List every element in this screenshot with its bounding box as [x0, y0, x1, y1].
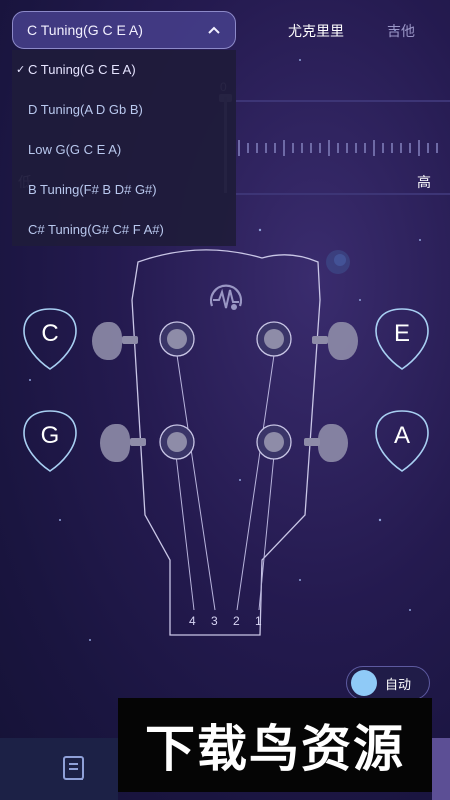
dropdown-item-b-tuning[interactable]: B Tuning(F# B D# G#) [12, 170, 236, 208]
string-number-3: 3 [211, 614, 218, 628]
peg-knob-g [100, 424, 130, 462]
watermark-banner: 下载鸟资源 [118, 698, 432, 792]
tab-guitar[interactable]: 吉他 [387, 21, 415, 41]
string-label-g: G [40, 422, 60, 449]
dropdown-item-label: B Tuning(F# B D# G#) [28, 181, 157, 197]
tuning-select-value: C Tuning(G C E A) [27, 22, 143, 38]
dropdown-item-label: C Tuning(G C E A) [28, 61, 136, 77]
tuning-dropdown-menu: ✓ C Tuning(G C E A) D Tuning(A D Gb B) L… [12, 50, 236, 246]
bottom-tab-notes[interactable] [0, 738, 118, 800]
peg-stem-e [312, 336, 328, 344]
string-label-e: E [393, 320, 410, 347]
string-button-e[interactable]: E [374, 306, 430, 372]
peg-knob-e [328, 322, 358, 360]
notebook-icon [63, 756, 84, 780]
string-label-c: C [41, 320, 59, 347]
peg-stem-a [304, 438, 320, 446]
dropdown-item-low-g[interactable]: Low G(G C E A) [12, 130, 236, 168]
string-button-c[interactable]: C [22, 306, 78, 372]
dropdown-item-c-tuning[interactable]: ✓ C Tuning(G C E A) [12, 50, 236, 88]
dropdown-item-label: D Tuning(A D Gb B) [28, 101, 143, 117]
peg-knob-c [92, 322, 122, 360]
peg-knob-a [318, 424, 348, 462]
bottom-tab-right[interactable] [432, 738, 450, 800]
string-label-a: A [393, 422, 410, 449]
peg-stem-g [130, 438, 146, 446]
dropdown-item-d-tuning[interactable]: D Tuning(A D Gb B) [12, 90, 236, 128]
dropdown-item-c-sharp-tuning[interactable]: C# Tuning(G# C# F A#) [12, 210, 236, 248]
string-button-a[interactable]: A [374, 408, 430, 474]
peg-stem-c [122, 336, 138, 344]
string-number-2: 2 [233, 614, 240, 628]
auto-toggle-label: 自动 [385, 676, 412, 692]
tab-ukulele[interactable]: 尤克里里 [288, 21, 344, 41]
watermark-text: 下载鸟资源 [145, 720, 405, 778]
check-icon: ✓ [16, 63, 26, 76]
dropdown-item-label: Low G(G C E A) [28, 141, 122, 157]
toggle-knob [351, 670, 377, 696]
string-button-g[interactable]: G [22, 408, 78, 474]
dropdown-item-label: C# Tuning(G# C# F A#) [28, 221, 164, 237]
tuning-select[interactable]: C Tuning(G C E A) [12, 11, 236, 49]
chevron-up-icon [208, 26, 220, 34]
string-number-4: 4 [189, 614, 196, 628]
string-number-1: 1 [255, 614, 262, 628]
auto-toggle[interactable]: 自动 [346, 666, 430, 700]
tuner-logo-icon [209, 284, 243, 310]
